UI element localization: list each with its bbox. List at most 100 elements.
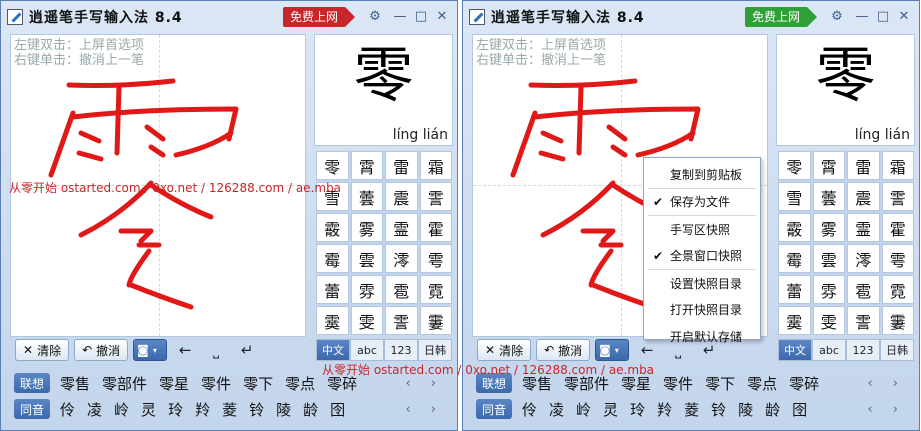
- candidate-cell[interactable]: 霅: [881, 182, 914, 211]
- space-icon[interactable]: ⎵: [203, 341, 229, 359]
- homophone-char[interactable]: 伶: [522, 399, 537, 420]
- candidate-cell[interactable]: 霙: [316, 306, 349, 335]
- clear-button[interactable]: ✕ 清除: [477, 339, 532, 361]
- close-icon[interactable]: ✕: [434, 9, 450, 25]
- homophone-char[interactable]: 龄: [303, 399, 318, 420]
- backspace-icon[interactable]: ←: [172, 341, 198, 359]
- homophone-char[interactable]: 玲: [630, 399, 645, 420]
- candidate-cell[interactable]: 霋: [881, 306, 914, 335]
- candidate-cell[interactable]: 霰: [778, 213, 811, 242]
- homophone-char[interactable]: 羚: [195, 399, 210, 420]
- candidate-cell[interactable]: 霅: [385, 306, 418, 335]
- assoc-word[interactable]: 零点: [285, 373, 315, 394]
- homophone-char[interactable]: 菱: [222, 399, 237, 420]
- tab-chinese[interactable]: 中文: [316, 339, 350, 361]
- candidate-cell[interactable]: 霊: [385, 213, 418, 242]
- menu-item-default-storage[interactable]: 开启默认存储: [644, 323, 760, 350]
- homophone-char[interactable]: 玲: [168, 399, 183, 420]
- candidate-cell[interactable]: 零: [316, 151, 349, 180]
- homophone-char[interactable]: 岭: [114, 399, 129, 420]
- homophone-char[interactable]: 岭: [576, 399, 591, 420]
- candidate-cell[interactable]: 澪: [847, 244, 880, 273]
- minimize-icon[interactable]: —: [854, 9, 870, 25]
- assoc-word[interactable]: 零售: [60, 373, 90, 394]
- candidate-cell[interactable]: 雯: [812, 306, 845, 335]
- free-internet-button[interactable]: 免费上网: [283, 7, 355, 27]
- candidate-cell[interactable]: 雰: [812, 275, 845, 304]
- assoc-word[interactable]: 零下: [243, 373, 273, 394]
- candidate-cell[interactable]: 雾: [812, 213, 845, 242]
- clear-button[interactable]: ✕ 清除: [15, 339, 70, 361]
- assoc-word[interactable]: 零碎: [789, 373, 819, 394]
- candidate-cell[interactable]: 雯: [350, 306, 383, 335]
- candidate-cell[interactable]: 霉: [316, 244, 349, 273]
- camera-button[interactable]: ◙ ▾: [133, 339, 168, 361]
- candidate-cell[interactable]: 澪: [385, 244, 418, 273]
- candidate-cell[interactable]: 震: [385, 182, 418, 211]
- homophone-char[interactable]: 菱: [684, 399, 699, 420]
- tab-chinese[interactable]: 中文: [778, 339, 812, 361]
- candidate-cell[interactable]: 霓: [419, 275, 452, 304]
- menu-item-copy-clipboard[interactable]: 复制到剪贴板: [644, 161, 760, 188]
- candidate-cell[interactable]: 雩: [881, 244, 914, 273]
- maximize-icon[interactable]: □: [875, 9, 891, 25]
- candidate-cell[interactable]: 霋: [419, 306, 452, 335]
- candidate-cell[interactable]: 霅: [847, 306, 880, 335]
- candidate-cell[interactable]: 蕾: [778, 275, 811, 304]
- candidate-cell[interactable]: 霰: [316, 213, 349, 242]
- tab-123[interactable]: 123: [384, 339, 418, 361]
- tab-123[interactable]: 123: [846, 339, 880, 361]
- homophone-tag[interactable]: 同音: [476, 399, 512, 419]
- homophone-char[interactable]: 囹: [330, 399, 345, 420]
- homophone-char[interactable]: 囹: [792, 399, 807, 420]
- enter-icon[interactable]: ↵: [234, 341, 260, 359]
- homophone-char[interactable]: 铃: [249, 399, 264, 420]
- undo-button[interactable]: ↶ 撤消: [74, 339, 129, 361]
- assoc-word[interactable]: 零下: [705, 373, 735, 394]
- candidate-cell[interactable]: 震: [847, 182, 880, 211]
- homophone-char[interactable]: 陵: [276, 399, 291, 420]
- homophone-char[interactable]: 铃: [711, 399, 726, 420]
- candidate-cell[interactable]: 霙: [778, 306, 811, 335]
- tab-jp-kr[interactable]: 日韩: [880, 339, 914, 361]
- candidate-cell[interactable]: 霍: [881, 213, 914, 242]
- gear-icon[interactable]: ⚙: [367, 9, 383, 25]
- candidate-cell[interactable]: 蕾: [316, 275, 349, 304]
- candidate-cell[interactable]: 霜: [881, 151, 914, 180]
- candidate-cell[interactable]: 霅: [419, 182, 452, 211]
- close-icon[interactable]: ✕: [896, 9, 912, 25]
- candidate-cell[interactable]: 雲: [812, 244, 845, 273]
- candidate-cell[interactable]: 蕓: [812, 182, 845, 211]
- candidate-cell[interactable]: 雷: [385, 151, 418, 180]
- tab-abc[interactable]: abc: [812, 339, 846, 361]
- candidate-cell[interactable]: 雹: [847, 275, 880, 304]
- undo-button[interactable]: ↶ 撤消: [536, 339, 591, 361]
- homophone-char[interactable]: 灵: [603, 399, 618, 420]
- assoc-word[interactable]: 零件: [663, 373, 693, 394]
- candidate-cell[interactable]: 雹: [385, 275, 418, 304]
- title-bar[interactable]: 逍遥笔手写输入法 8.4: [1, 1, 457, 33]
- maximize-icon[interactable]: □: [413, 9, 429, 25]
- assoc-word[interactable]: 零点: [747, 373, 777, 394]
- candidate-cell[interactable]: 霄: [812, 151, 845, 180]
- candidate-cell[interactable]: 霊: [847, 213, 880, 242]
- homophone-char[interactable]: 伶: [60, 399, 75, 420]
- assoc-word[interactable]: 零星: [159, 373, 189, 394]
- page-nav-icon[interactable]: ‹ ›: [867, 402, 906, 417]
- homophone-char[interactable]: 羚: [657, 399, 672, 420]
- minimize-icon[interactable]: —: [392, 9, 408, 25]
- tab-jp-kr[interactable]: 日韩: [418, 339, 452, 361]
- assoc-tag[interactable]: 联想: [14, 373, 50, 393]
- homophone-char[interactable]: 陵: [738, 399, 753, 420]
- candidate-cell[interactable]: 雷: [847, 151, 880, 180]
- homophone-char[interactable]: 凌: [87, 399, 102, 420]
- menu-item-window-snapshot[interactable]: ✔ 全景窗口快照: [644, 243, 760, 270]
- menu-item-handwriting-snapshot[interactable]: 手写区快照: [644, 216, 760, 243]
- candidate-cell[interactable]: 霄: [350, 151, 383, 180]
- candidate-cell[interactable]: 零: [778, 151, 811, 180]
- menu-item-save-file[interactable]: ✔ 保存为文件: [644, 189, 760, 216]
- candidate-cell[interactable]: 雩: [419, 244, 452, 273]
- homophone-tag[interactable]: 同音: [14, 399, 50, 419]
- free-internet-button[interactable]: 免费上网: [745, 7, 817, 27]
- assoc-word[interactable]: 零部件: [102, 373, 147, 394]
